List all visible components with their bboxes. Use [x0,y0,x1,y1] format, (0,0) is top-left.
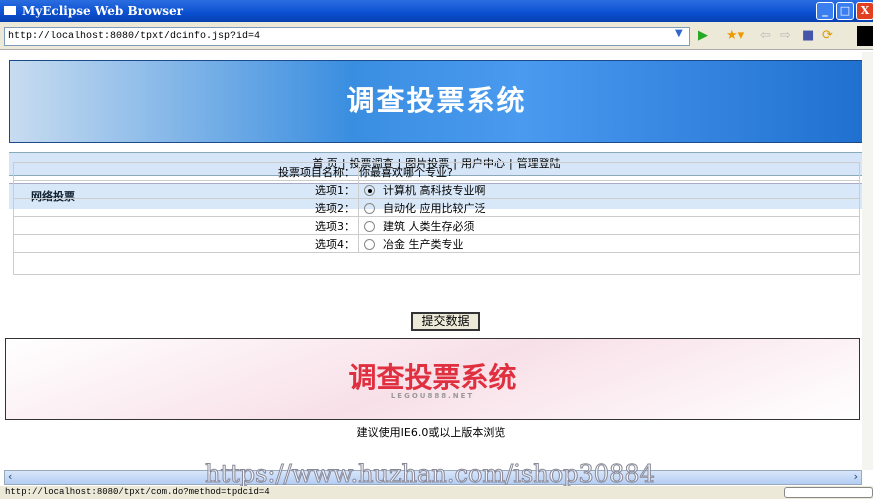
option-label: 选项4： [13,234,359,253]
address-toolbar: ▼ ▶ ★▾ ⇦ ⇨ ■ ⟳ [0,22,873,50]
option-text: 建筑 人类生存必须 [383,219,475,233]
title-bar: MyEclipse Web Browser _ □ X [0,0,873,22]
option-radio-2[interactable] [364,203,375,214]
option-radio-4[interactable] [364,239,375,250]
status-text: http://localhost:8080/tpxt/com.do?method… [5,487,270,497]
watermark: https://www.huzhan.com/ishop30884 [205,460,656,489]
minimize-button[interactable]: _ [816,2,834,20]
vote-name-label: 投票项目名称： [13,162,359,181]
back-icon[interactable]: ⇦ [760,28,771,43]
go-icon[interactable]: ▶ [698,28,708,43]
url-input[interactable] [4,27,690,46]
status-bar: http://localhost:8080/tpxt/com.do?method… [0,486,873,499]
forward-icon[interactable]: ⇨ [780,28,791,43]
progress-bar [784,487,873,498]
vertical-scrollbar[interactable] [862,52,873,470]
refresh-icon[interactable]: ⟳ [822,28,833,43]
option-text: 计算机 高科技专业啊 [383,183,486,197]
maximize-button[interactable]: □ [836,2,854,20]
option-radio-1[interactable] [364,185,375,196]
black-icon [857,26,873,46]
option-radio-3[interactable] [364,221,375,232]
vote-table: 投票项目名称： 你最喜欢哪个专业? 选项1： 计算机 高科技专业啊 选项2： 自动化 … [13,162,860,275]
scroll-left-icon[interactable]: ‹ [8,470,12,483]
window-icon [4,6,16,15]
close-button[interactable]: X [856,2,873,20]
stop-icon[interactable]: ■ [802,28,814,43]
favorites-icon[interactable]: ★▾ [726,28,744,43]
header-banner: 调查投票系统 [9,60,864,143]
scroll-right-icon[interactable]: › [854,470,858,483]
window-title: MyEclipse Web Browser [22,4,183,18]
dropdown-icon[interactable]: ▼ [675,28,683,39]
option-text: 自动化 应用比较广泛 [383,201,486,215]
option-label: 选项3： [13,216,359,235]
option-text: 冶金 生产类专业 [383,237,464,251]
option-label: 选项1： [13,180,359,199]
option-label: 选项2： [13,198,359,217]
vote-name-value: 你最喜欢哪个专业? [358,162,860,181]
submit-button[interactable]: 提交数据 [411,312,480,331]
